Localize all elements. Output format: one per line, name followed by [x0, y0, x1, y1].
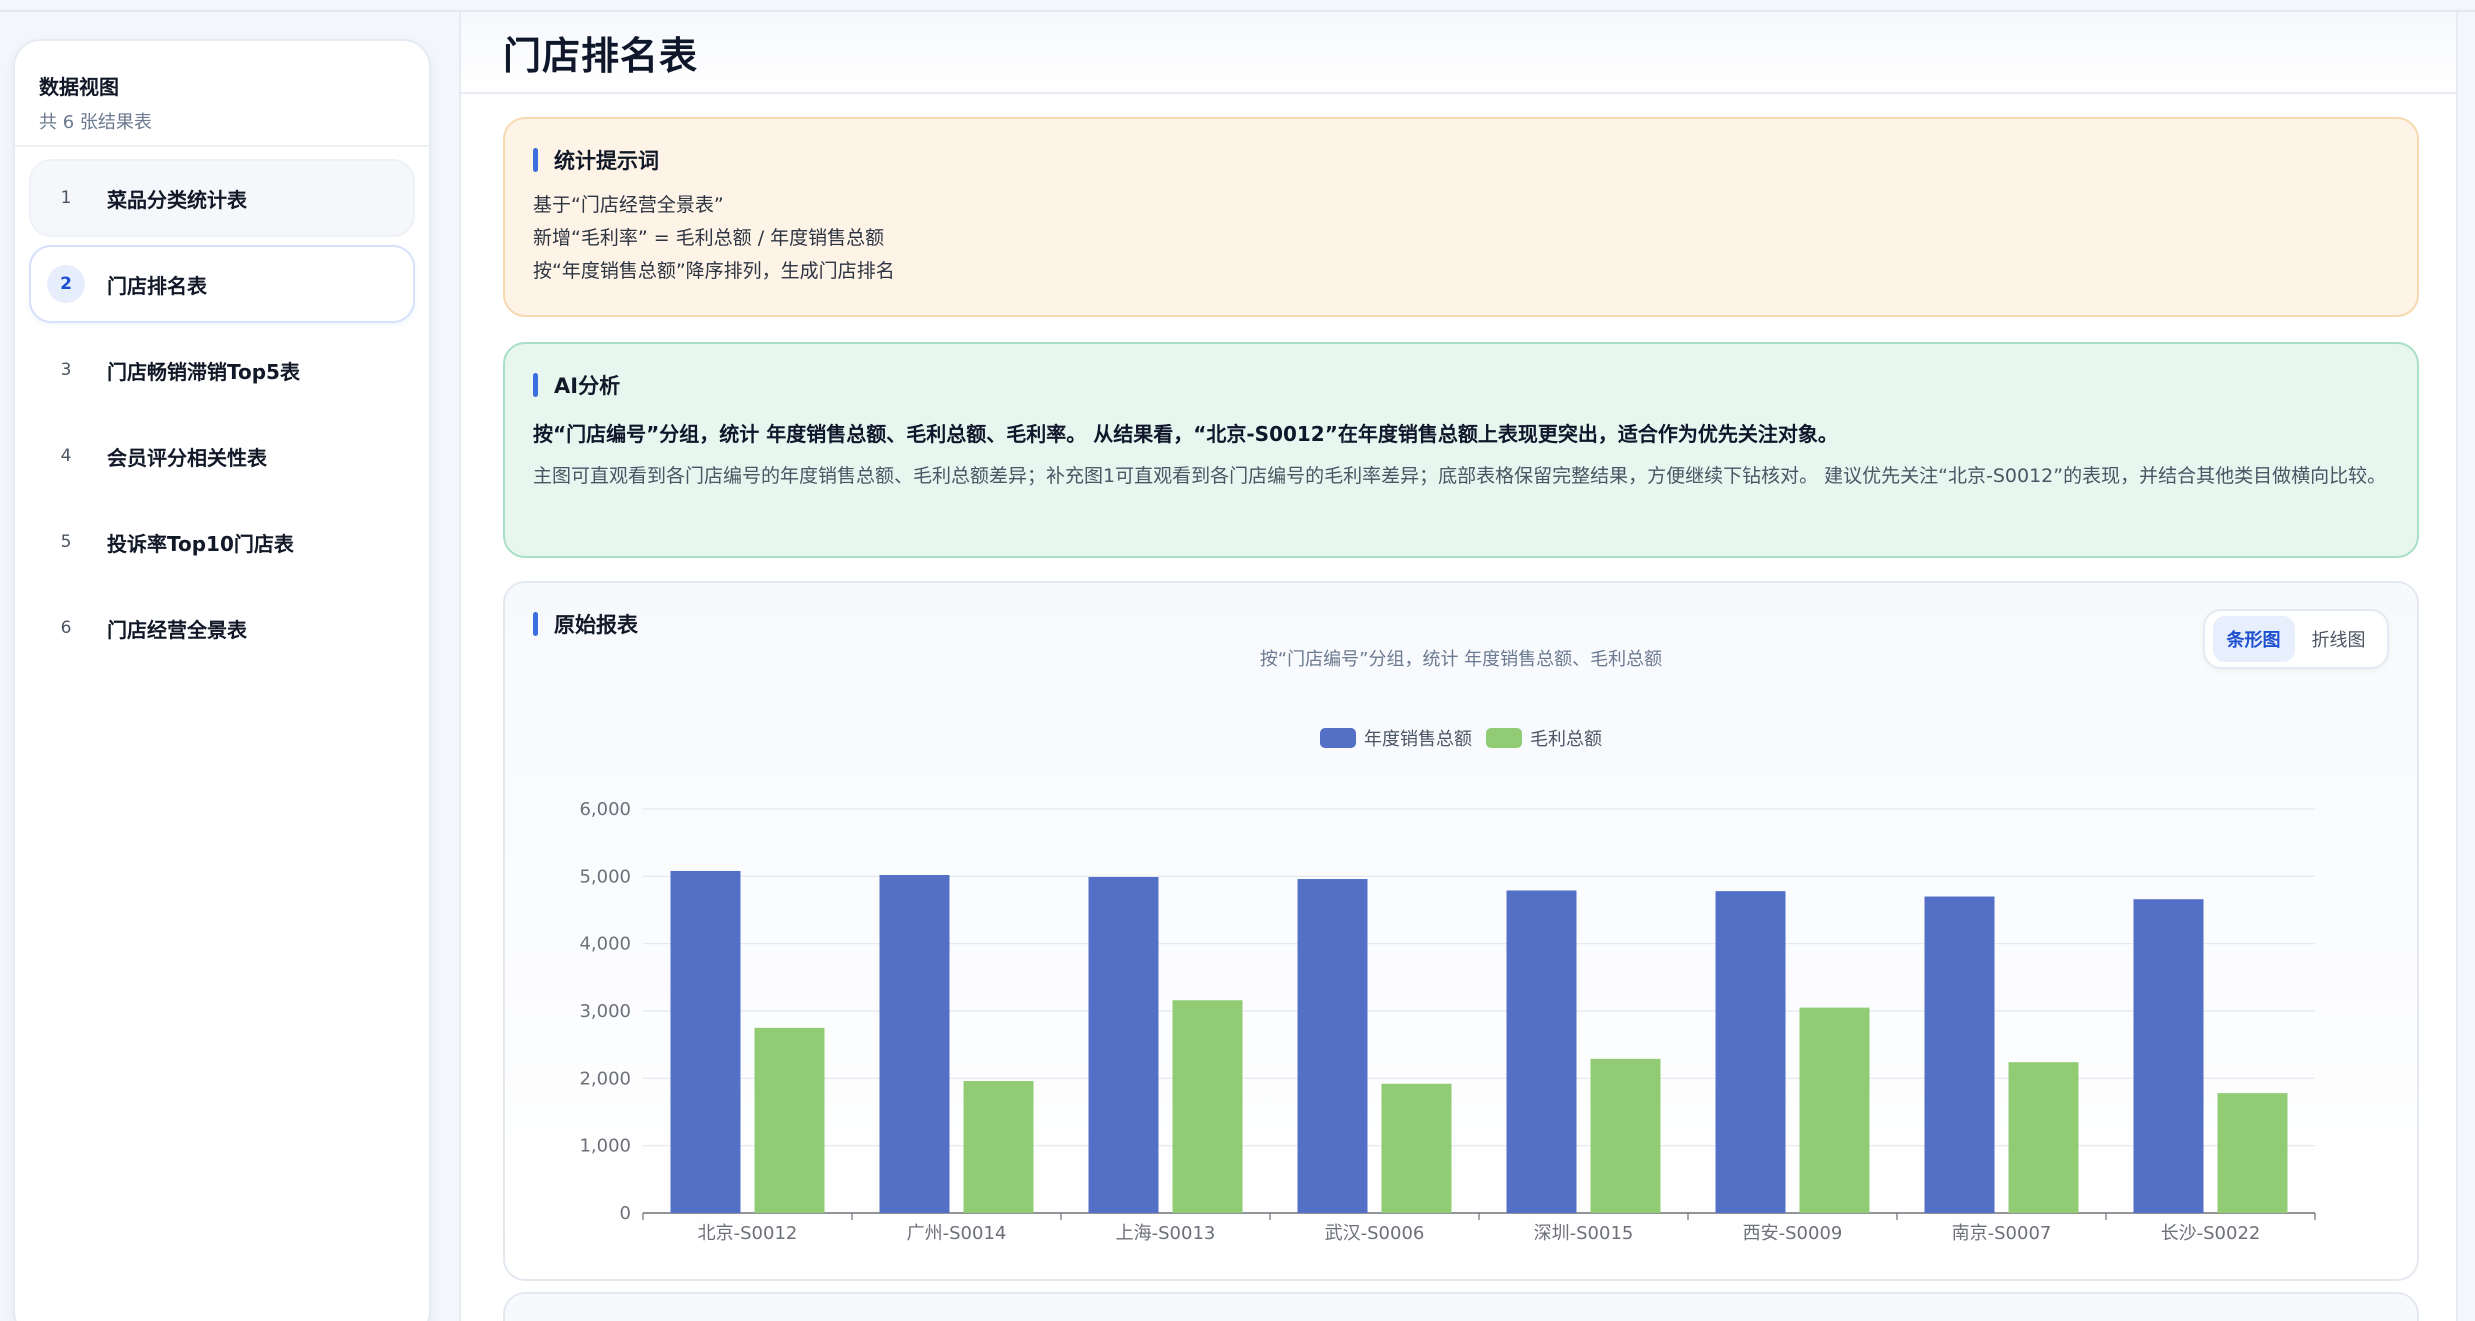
sidebar-item-number: 3: [60, 360, 72, 380]
prompt-title-row: 统计提示词: [533, 145, 2389, 175]
bar-gross-profit: [1172, 1000, 1243, 1213]
x-tick-label: 深圳-S0015: [1534, 1223, 1634, 1244]
bar-sales: [1297, 879, 1368, 1213]
x-tick-label: 北京-S0012: [698, 1223, 798, 1244]
y-tick-label: 4,000: [579, 934, 631, 955]
next-card-peek: [503, 1292, 2419, 1321]
x-tick-label: 广州-S0014: [907, 1223, 1007, 1244]
x-tick-label: 上海-S0013: [1116, 1223, 1216, 1244]
bar-gross-profit: [1381, 1083, 1452, 1213]
ai-analysis-card: AI分析 按“门店编号”分组，统计 年度销售总额、毛利总额、毛利率。 从结果看，…: [503, 342, 2419, 558]
sidebar-item-store-ranking[interactable]: 2 门店排名表: [29, 245, 415, 323]
bar-gross-profit: [2008, 1062, 2079, 1213]
accent-bar: [533, 148, 538, 172]
y-tick-label: 2,000: [579, 1068, 631, 1089]
sidebar-item-complaint-top10[interactable]: 5 投诉率Top10门店表: [29, 503, 415, 581]
ai-title: AI分析: [554, 374, 621, 398]
sidebar-nav: 1 菜品分类统计表 2 门店排名表 3 门店畅销滞销Top5表 4 会员评分相关…: [15, 147, 429, 687]
prompt-lines: 基于“门店经营全景表” 新增“毛利率” = 毛利总额 / 年度销售总额 按“年度…: [533, 189, 2389, 288]
prompt-title: 统计提示词: [554, 149, 659, 173]
bar-sales: [2133, 899, 2204, 1213]
bar-sales: [1715, 891, 1786, 1213]
main-panel: 门店排名表 统计提示词 基于“门店经营全景表” 新增“毛利率” = 毛利总额 /…: [459, 12, 2458, 1321]
sidebar-item-category-stats[interactable]: 1 菜品分类统计表: [29, 159, 415, 237]
y-tick-label: 1,000: [579, 1136, 631, 1157]
y-tick-label: 0: [620, 1203, 631, 1224]
x-tick-label: 南京-S0007: [1952, 1223, 2052, 1244]
sidebar-item-number: 2: [47, 265, 85, 303]
sidebar-header: 数据视图 共 6 张结果表: [15, 41, 429, 147]
y-tick-label: 5,000: [579, 866, 631, 887]
main-header: 门店排名表: [461, 12, 2456, 94]
prompt-card: 统计提示词 基于“门店经营全景表” 新增“毛利率” = 毛利总额 / 年度销售总…: [503, 117, 2419, 317]
bar-gross-profit: [754, 1027, 825, 1213]
bar-gross-profit: [2217, 1093, 2288, 1213]
bar-gross-profit: [1590, 1058, 1661, 1213]
prompt-line: 基于“门店经营全景表”: [533, 194, 724, 216]
sidebar-item-label: 门店经营全景表: [107, 617, 247, 642]
sidebar-item-number: 5: [60, 532, 72, 552]
bar-gross-profit: [1799, 1007, 1870, 1213]
bar-sales: [1924, 896, 1995, 1213]
bar-sales: [670, 870, 741, 1213]
window-top-border: [0, 0, 2475, 12]
sidebar-item-top5[interactable]: 3 门店畅销滞销Top5表: [29, 331, 415, 409]
sidebar-item-label: 会员评分相关性表: [107, 445, 267, 470]
prompt-line: 新增“毛利率” = 毛利总额 / 年度销售总额: [533, 227, 885, 249]
sidebar-item-number: 4: [60, 446, 72, 466]
ai-headline: 按“门店编号”分组，统计 年度销售总额、毛利总额、毛利率。 从结果看，“北京-S…: [533, 422, 1838, 446]
bar-sales: [1088, 877, 1159, 1213]
sidebar-subtitle: 共 6 张结果表: [39, 112, 152, 133]
ai-title-row: AI分析: [533, 370, 2389, 400]
sidebar-title: 数据视图: [39, 75, 119, 99]
x-tick-label: 长沙-S0022: [2161, 1223, 2261, 1244]
bar-gross-profit: [963, 1081, 1034, 1213]
page-title: 门店排名表: [503, 33, 699, 78]
report-card: 原始报表 按“门店编号”分组，统计 年度销售总额、毛利总额 条形图 折线图 年度…: [503, 581, 2419, 1281]
sidebar-item-label: 菜品分类统计表: [107, 187, 247, 212]
x-tick-label: 武汉-S0006: [1325, 1223, 1425, 1244]
x-tick-label: 西安-S0009: [1743, 1223, 1843, 1244]
sidebar: 数据视图 共 6 张结果表 1 菜品分类统计表 2 门店排名表 3 门店畅销滞销…: [13, 39, 431, 1321]
sidebar-item-label: 门店畅销滞销Top5表: [107, 359, 300, 384]
sidebar-item-store-overview[interactable]: 6 门店经营全景表: [29, 589, 415, 667]
bar-chart: 0 1,000 2,000 3,000 4,000 5,000 6,000 北京-S0012 广…: [579, 799, 2316, 1244]
sidebar-item-number: 6: [60, 618, 72, 638]
sidebar-item-label: 投诉率Top10门店表: [107, 531, 294, 556]
bar-sales: [1506, 890, 1577, 1213]
bar-sales: [879, 874, 950, 1213]
y-tick-label: 3,000: [579, 1001, 631, 1022]
y-tick-label: 6,000: [579, 799, 631, 820]
sidebar-item-member-score[interactable]: 4 会员评分相关性表: [29, 417, 415, 495]
ai-body: 主图可直观看到各门店编号的年度销售总额、毛利总额差异；补充图1可直观看到各门店编…: [533, 465, 2387, 487]
accent-bar: [533, 373, 538, 397]
sidebar-item-number: 1: [60, 188, 72, 208]
prompt-line: 按“年度销售总额”降序排列，生成门店排名: [533, 260, 895, 282]
sidebar-item-label: 门店排名表: [107, 273, 207, 298]
